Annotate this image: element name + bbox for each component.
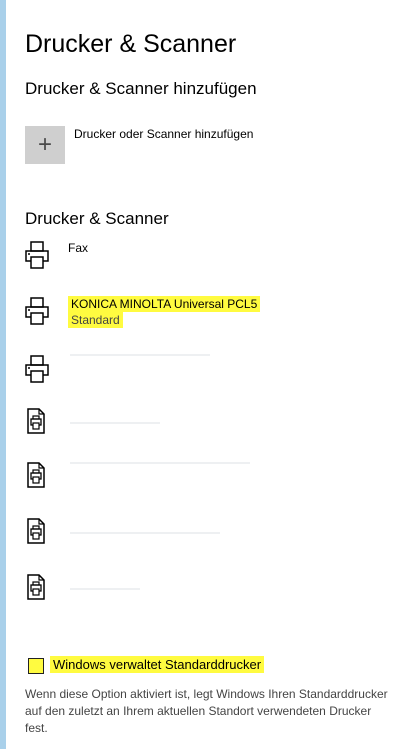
- add-section-title: Drucker & Scanner hinzufügen: [25, 79, 257, 98]
- add-printer-label: Drucker oder Scanner hinzufügen: [74, 127, 254, 141]
- printer-item-redacted[interactable]: [25, 518, 385, 558]
- printers-section-title: Drucker & Scanner: [25, 209, 169, 228]
- printer-item-fax[interactable]: Fax: [25, 240, 385, 280]
- option-description: Wenn diese Option aktiviert ist, legt Wi…: [25, 687, 388, 735]
- printer-icon: [25, 241, 49, 269]
- printer-name: KONICA MINOLTA Universal PCL5: [68, 296, 261, 312]
- checkbox-label-highlight: Windows verwaltet Standarddrucker: [50, 656, 265, 673]
- redacted-name: [70, 532, 220, 534]
- checkbox-label: Windows verwaltet Standarddrucker: [50, 655, 265, 675]
- document-printer-icon: [27, 462, 45, 488]
- printer-icon: [25, 355, 49, 383]
- printer-name: Fax: [68, 241, 89, 255]
- printer-status: Standard: [68, 312, 123, 328]
- printer-item-redacted[interactable]: [25, 462, 385, 502]
- windows-manages-default-printer-option[interactable]: Windows verwaltet Standarddrucker: [25, 655, 385, 677]
- printer-item-redacted[interactable]: [25, 574, 385, 614]
- document-printer-icon: [27, 574, 45, 600]
- redacted-name: [70, 588, 140, 590]
- add-printer-button[interactable]: + Drucker oder Scanner hinzufügen: [25, 124, 325, 164]
- printer-item-konica-minolta[interactable]: KONICA MINOLTA Universal PCL5 Standard: [25, 296, 385, 336]
- page-title: Drucker & Scanner: [25, 30, 237, 58]
- printer-item-redacted[interactable]: [25, 354, 385, 394]
- redacted-name: [70, 462, 250, 464]
- windows-manages-default-printer-checkbox[interactable]: [28, 658, 44, 674]
- printer-item-redacted[interactable]: [25, 408, 385, 448]
- document-printer-icon: [27, 518, 45, 544]
- printer-icon: [25, 297, 49, 325]
- plus-icon: +: [25, 126, 65, 164]
- printer-status-highlight: Standard: [68, 312, 123, 328]
- redacted-name: [70, 422, 160, 424]
- window-accent-edge: [0, 0, 6, 749]
- printer-name-highlight: KONICA MINOLTA Universal PCL5: [68, 296, 261, 312]
- document-printer-icon: [27, 408, 45, 434]
- redacted-name: [70, 354, 210, 356]
